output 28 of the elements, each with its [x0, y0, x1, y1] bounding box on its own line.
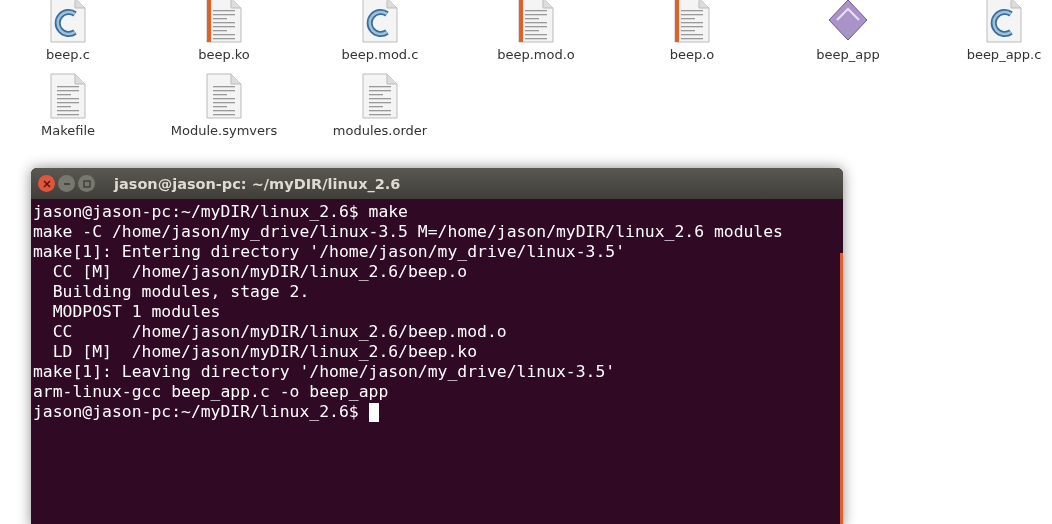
maximize-button[interactable]	[78, 175, 95, 192]
scrollbar[interactable]	[840, 253, 843, 524]
terminal-line: jason@jason-pc:~/myDIR/linux_2.6$	[33, 402, 360, 422]
window-title: jason@jason-pc: ~/myDIR/linux_2.6	[114, 175, 401, 192]
terminal-line: make[1]: Entering directory '/home/jason/my_drive/linux-3.5'	[33, 242, 626, 262]
file-name[interactable]: beep.ko	[198, 47, 250, 62]
terminal-line: arm-linux-gcc beep_app.c -o beep_app	[33, 382, 389, 402]
terminal-line: Building modules, stage 2.	[51, 282, 310, 302]
terminal-line: LD [M] /home/jason/myDIR/linux_2.6/beep.ko	[51, 342, 478, 362]
close-icon	[42, 179, 51, 188]
file-name[interactable]: Makefile	[40, 123, 95, 138]
file-name[interactable]: Module.symvers	[170, 123, 278, 138]
file-name[interactable]: beep.mod.o	[497, 47, 575, 62]
terminal-line: MODPOST 1 modules	[51, 302, 221, 322]
file-name[interactable]: beep.o	[669, 47, 715, 62]
file-name[interactable]: modules.order	[332, 123, 428, 138]
file-name[interactable]: beep.c	[46, 47, 90, 62]
terminal-line: make[1]: Leaving directory '/home/jason/my_drive/linux-3.5'	[33, 362, 616, 382]
terminal-line: CC [M] /home/jason/myDIR/linux_2.6/beep.o	[51, 262, 468, 282]
file-name[interactable]: beep.mod.c	[341, 47, 419, 62]
close-button[interactable]	[38, 175, 55, 192]
terminal-line: make -C /home/jason/my_drive/linux-3.5 M=/home/jason/myDIR/linux_2.6 modules	[33, 222, 783, 242]
maximize-icon	[82, 179, 91, 188]
terminal-line: CC /home/jason/myDIR/linux_2.6/beep.mod.o	[51, 322, 507, 342]
file-name[interactable]: beep_app	[816, 47, 880, 62]
minimize-button[interactable]	[58, 175, 75, 192]
terminal-line: jason@jason-pc:~/myDIR/linux_2.6$ make	[33, 202, 408, 222]
file-name[interactable]: beep_app.c	[966, 47, 1042, 62]
